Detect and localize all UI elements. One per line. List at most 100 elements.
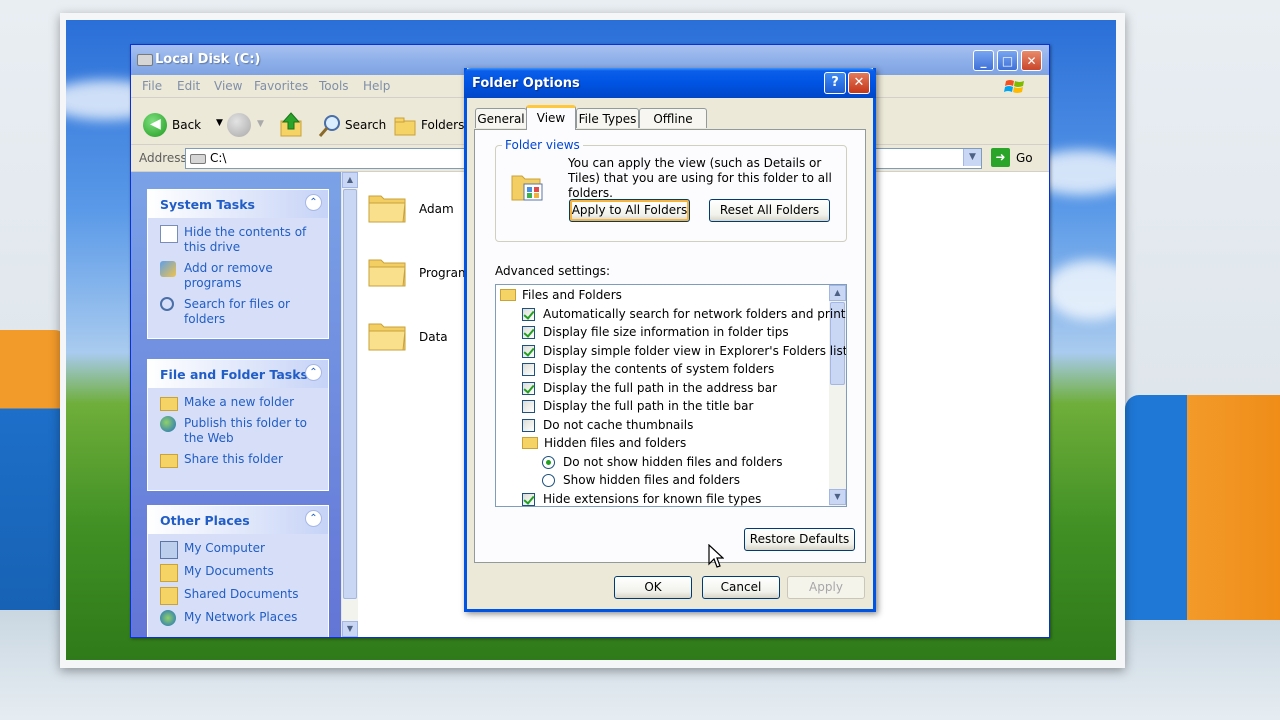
menu-edit[interactable]: Edit	[177, 79, 200, 93]
close-button[interactable]: ✕	[1021, 50, 1042, 71]
go-label: Go	[1016, 151, 1033, 165]
tab-view[interactable]: View	[526, 105, 576, 130]
system-tasks-title: System Tasks	[160, 197, 255, 212]
drive-icon	[190, 154, 206, 164]
dialog-titlebar[interactable]: Folder Options ? ✕	[464, 68, 876, 98]
address-value: C:\	[210, 151, 227, 165]
folder-icon	[500, 289, 516, 301]
apply-button[interactable]: Apply	[787, 576, 865, 599]
tab-file-types[interactable]: File Types	[576, 108, 639, 128]
advanced-setting-label: Display file size information in folder …	[543, 325, 789, 339]
forward-dropdown-icon[interactable]: ▼	[257, 119, 264, 129]
scroll-down-icon[interactable]: ▼	[342, 621, 358, 637]
other-places-panel: Other Places ⌃ My Computer My Documents …	[147, 505, 329, 637]
advanced-setting-label: Show hidden files and folders	[563, 473, 740, 487]
my-computer-link[interactable]: My Computer	[160, 541, 320, 559]
help-button[interactable]: ?	[824, 72, 846, 94]
advanced-setting-label: Automatically search for network folders…	[543, 306, 847, 321]
menu-tools[interactable]: Tools	[319, 79, 349, 93]
system-tasks-panel: System Tasks ⌃ Hide the contents of this…	[147, 189, 329, 339]
scroll-thumb[interactable]	[343, 189, 357, 599]
up-folder-button[interactable]	[279, 111, 305, 139]
window-title: Local Disk (C:)	[155, 52, 261, 67]
collapse-chevron-icon[interactable]: ⌃	[305, 510, 322, 527]
maximize-button[interactable]: □	[997, 50, 1018, 71]
task-link-label: Publish this folder to the Web	[184, 416, 307, 445]
tab-general[interactable]: General	[475, 108, 527, 128]
menu-file[interactable]: File	[142, 79, 162, 93]
shared-documents-link[interactable]: Shared Documents	[160, 587, 320, 605]
checkbox[interactable]	[522, 492, 535, 506]
system-tasks-header[interactable]: System Tasks ⌃	[148, 190, 328, 218]
tab-offline-files[interactable]: Offline Files	[639, 108, 707, 146]
checkbox[interactable]	[522, 418, 535, 432]
folder-icon[interactable]	[367, 190, 407, 224]
my-documents-link[interactable]: My Documents	[160, 564, 320, 582]
folders-button[interactable]: Folders	[393, 113, 464, 139]
search-button[interactable]: Search	[317, 113, 387, 139]
hide-drive-contents-link[interactable]: Hide the contents of this drive	[160, 225, 320, 255]
arrow-glyph: ◀	[150, 116, 161, 132]
folder-icon[interactable]	[367, 254, 407, 288]
search-icon	[318, 115, 340, 137]
radio-button[interactable]	[542, 455, 555, 469]
task-link-label: Hide the contents of this drive	[184, 225, 307, 254]
checkbox[interactable]	[522, 307, 535, 321]
advanced-setting-label: Display the full path in the address bar	[543, 380, 778, 395]
ok-button[interactable]: OK	[614, 576, 692, 599]
hide-contents-icon	[160, 225, 178, 243]
add-remove-programs-link[interactable]: Add or remove programs	[160, 261, 320, 291]
go-button[interactable]: ➜ Go	[991, 148, 1041, 168]
folder-label-adam[interactable]: Adam	[419, 202, 454, 216]
share-folder-link[interactable]: Share this folder	[160, 452, 320, 468]
windows-logo-icon	[1004, 80, 1024, 93]
other-places-header[interactable]: Other Places ⌃	[148, 506, 328, 534]
checkbox[interactable]	[522, 326, 535, 339]
back-button[interactable]: ◀ Back ▼	[143, 113, 223, 139]
go-arrow-icon: ➜	[991, 148, 1010, 167]
folder-label-data[interactable]: Data	[419, 330, 448, 344]
checkbox[interactable]	[522, 400, 535, 413]
vertical-scrollbar[interactable]: ▲ ▼	[341, 172, 358, 637]
checkbox[interactable]	[522, 344, 535, 358]
back-dropdown-icon[interactable]: ▼	[216, 118, 223, 128]
make-new-folder-link[interactable]: Make a new folder	[160, 395, 320, 411]
radio-button[interactable]	[542, 474, 555, 487]
search-files-link[interactable]: Search for files or folders	[160, 297, 320, 327]
restore-defaults-button[interactable]: Restore Defaults	[744, 528, 855, 551]
cancel-button[interactable]: Cancel	[702, 576, 780, 599]
menu-help[interactable]: Help	[363, 79, 390, 93]
publish-folder-link[interactable]: Publish this folder to the Web	[160, 416, 320, 446]
file-folder-tasks-title: File and Folder Tasks	[160, 367, 308, 382]
folder-icon	[522, 437, 538, 449]
advanced-setting-label: Files and Folders	[522, 288, 622, 302]
scroll-down-icon[interactable]: ▼	[829, 489, 846, 505]
collapse-chevron-icon[interactable]: ⌃	[305, 364, 322, 381]
file-folder-tasks-header[interactable]: File and Folder Tasks ⌃	[148, 360, 328, 388]
menu-view[interactable]: View	[214, 79, 242, 93]
address-dropdown-icon[interactable]: ▼	[963, 149, 981, 166]
folder-views-icon	[511, 175, 543, 201]
folder-views-legend: Folder views	[502, 138, 583, 152]
globe-icon	[160, 416, 176, 432]
scroll-up-icon[interactable]: ▲	[342, 172, 358, 188]
cloud	[1046, 260, 1116, 320]
folder-label-program[interactable]: Program	[419, 266, 470, 280]
forward-button[interactable]: ▼	[227, 113, 267, 139]
advanced-settings-list: ▲ ▼ Files and Folders Automatically searc…	[495, 284, 847, 507]
checkbox[interactable]	[522, 363, 535, 376]
reset-all-folders-button[interactable]: Reset All Folders	[709, 199, 830, 222]
collapse-chevron-icon[interactable]: ⌃	[305, 194, 322, 211]
apply-to-all-folders-button[interactable]: Apply to All Folders	[569, 199, 690, 222]
my-network-places-link[interactable]: My Network Places	[160, 610, 320, 626]
task-pane: System Tasks ⌃ Hide the contents of this…	[131, 172, 341, 637]
folder-icon[interactable]	[367, 318, 407, 352]
advanced-setting-label: Display simple folder view in Explorer's…	[543, 343, 847, 358]
task-link-label: Make a new folder	[184, 395, 295, 409]
minimize-button[interactable]: _	[973, 50, 994, 71]
scroll-up-icon[interactable]: ▲	[829, 285, 846, 301]
menu-favorites[interactable]: Favorites	[254, 79, 308, 93]
checkbox[interactable]	[522, 381, 535, 395]
advanced-setting-label: Do not show hidden files and folders	[563, 454, 783, 469]
dialog-close-button[interactable]: ✕	[848, 72, 870, 94]
